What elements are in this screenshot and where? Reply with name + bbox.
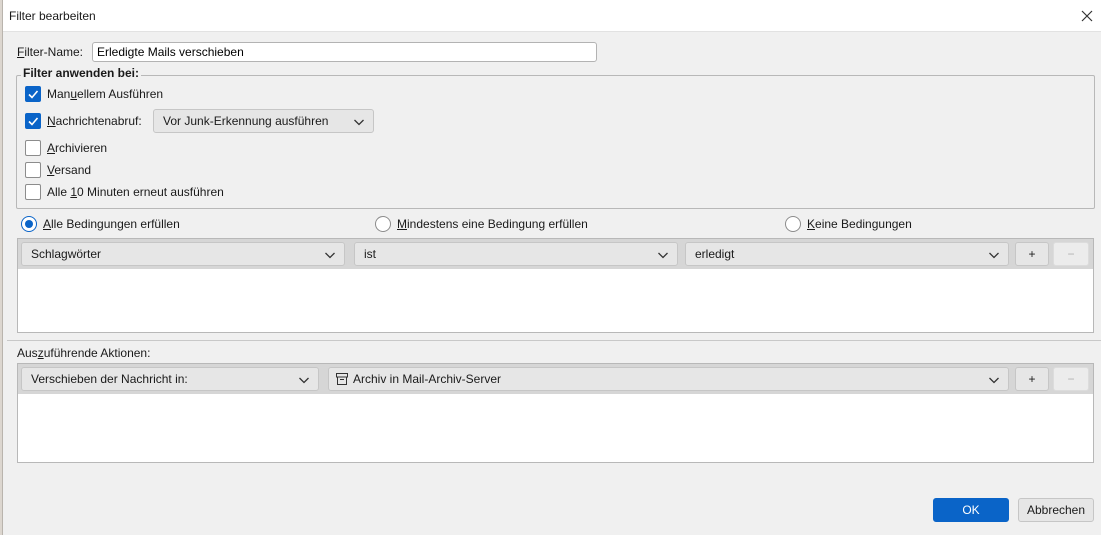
action-target-dropdown[interactable]: Archiv in Mail-Archiv-Server [328,367,1009,391]
send-checkbox[interactable]: Versand [25,162,91,178]
send-check[interactable] [25,162,41,178]
action-type-dropdown[interactable]: Verschieben der Nachricht in: [21,367,319,391]
match-any-radio[interactable]: Mindestens eine Bedingung erfüllen [375,216,588,232]
ok-label: OK [962,503,980,517]
manual-run-label: Manuellem Ausführen [47,87,164,101]
condition-value-value: erledigt [695,247,735,261]
action-target-value: Archiv in Mail-Archiv-Server [353,372,502,386]
actions-label: Auszuführende Aktionen: [17,346,151,360]
match-all-radio[interactable]: Alle Bedingungen erfüllen [21,216,180,232]
periodic-checkbox[interactable]: Alle 10 Minuten erneut ausführen [25,184,224,200]
fetch-check[interactable] [25,113,41,129]
manual-run-checkbox[interactable]: Manuellem Ausführen [25,86,163,102]
match-none-radio[interactable]: Keine Bedingungen [785,216,912,232]
filter-dialog: Filter bearbeiten Filter-Name: Filter an… [2,0,1101,535]
cancel-button[interactable]: Abbrechen [1018,498,1094,522]
chevron-down-icon [354,119,364,126]
cancel-label: Abbrechen [1026,503,1086,517]
chevron-down-icon [325,252,335,259]
archive-folder-icon [336,373,348,385]
match-none-label: Keine Bedingungen [807,217,912,231]
manual-run-check[interactable] [25,86,41,102]
periodic-label: Alle 10 Minuten erneut ausführen [47,185,224,199]
checkmark-icon [28,90,39,99]
title-bar: Filter bearbeiten [3,0,1101,32]
filter-name-input[interactable] [92,42,597,62]
plus-icon: + [1028,247,1036,261]
filter-name-label: Filter-Name: [17,45,84,59]
close-icon [1081,10,1093,22]
add-action-button[interactable]: + [1015,367,1049,391]
archive-label: Archivieren [47,141,108,155]
chevron-down-icon [299,377,309,384]
match-any-radio-dot[interactable] [375,216,391,232]
remove-action-button[interactable]: − [1053,367,1089,391]
minus-icon: − [1067,247,1075,261]
close-button[interactable] [1073,0,1101,32]
chevron-down-icon [658,252,668,259]
send-label: Versand [47,163,92,177]
window-title: Filter bearbeiten [9,9,96,23]
condition-field-dropdown[interactable]: Schlagwörter [21,242,345,266]
plus-icon: + [1028,372,1036,386]
junk-timing-value: Vor Junk-Erkennung ausführen [163,114,329,128]
fetch-label: Nachrichtenabruf: [47,114,142,128]
match-all-radio-dot[interactable] [21,216,37,232]
junk-timing-dropdown[interactable]: Vor Junk-Erkennung ausführen [153,109,374,133]
minus-icon: − [1067,372,1075,386]
condition-operator-value: ist [364,247,376,261]
chevron-down-icon [989,252,999,259]
condition-field-value: Schlagwörter [31,247,102,261]
action-type-value: Verschieben der Nachricht in: [31,372,188,386]
periodic-check[interactable] [25,184,41,200]
chevron-down-icon [989,377,999,384]
checkmark-icon [28,117,39,126]
archive-checkbox[interactable]: Archivieren [25,140,107,156]
apply-group-legend: Filter anwenden bei: [21,66,142,80]
fetch-checkbox[interactable]: Nachrichtenabruf: [25,113,142,129]
match-any-label: Mindestens eine Bedingung erfüllen [397,217,588,231]
remove-condition-button[interactable]: − [1053,242,1089,266]
condition-value-dropdown[interactable]: erledigt [685,242,1009,266]
match-none-radio-dot[interactable] [785,216,801,232]
condition-operator-dropdown[interactable]: ist [354,242,678,266]
archive-check[interactable] [25,140,41,156]
section-divider [7,340,1101,341]
match-all-label: Alle Bedingungen erfüllen [43,217,180,231]
ok-button[interactable]: OK [933,498,1009,522]
add-condition-button[interactable]: + [1015,242,1049,266]
